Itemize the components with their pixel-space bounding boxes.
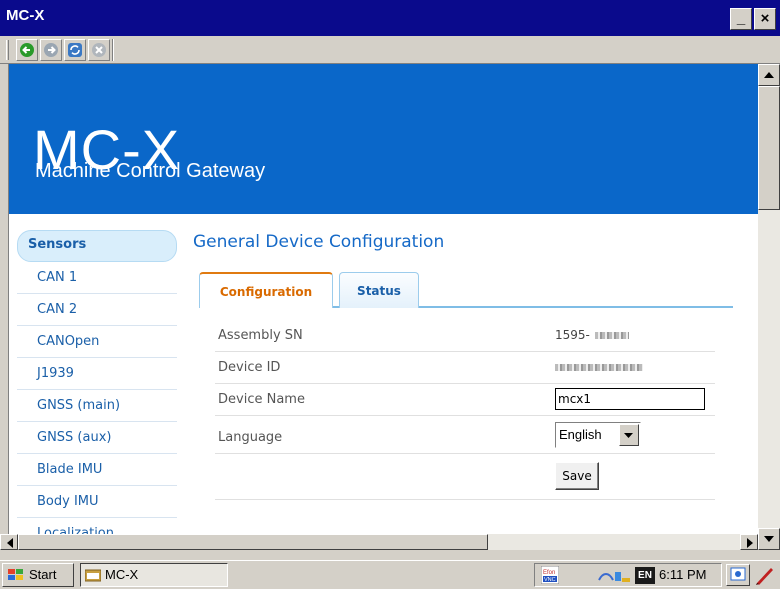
form-row-save: Save (215, 454, 715, 500)
taskbar-item-mcx[interactable]: MC-X (80, 563, 228, 587)
redacted-serial (595, 332, 629, 339)
stop-icon (92, 43, 106, 57)
sidebar-item-gnss-main[interactable]: GNSS (main) (17, 390, 177, 422)
banner-subtitle: Machine Control Gateway (35, 160, 266, 182)
form-row-assembly-sn: Assembly SN 1595- (215, 320, 715, 352)
vertical-scrollbar[interactable] (758, 64, 780, 550)
taskbar-item-label: MC-X (105, 567, 139, 582)
forward-arrow-icon (44, 43, 58, 57)
sidebar-item-can2[interactable]: CAN 2 (17, 294, 177, 326)
horizontal-scroll-thumb[interactable] (18, 534, 488, 550)
scroll-right-button[interactable] (740, 534, 758, 550)
sidebar-item-gnss-aux[interactable]: GNSS (aux) (17, 422, 177, 454)
title-bar: MC-X _ × (0, 0, 780, 36)
language-select[interactable]: English (555, 422, 641, 448)
back-button[interactable] (16, 39, 38, 61)
pen-input-icon[interactable] (754, 564, 776, 586)
sidebar-item-sensors[interactable]: Sensors (17, 230, 177, 262)
input-language-indicator[interactable]: EN (635, 567, 655, 584)
browser-window: MC-X _ × MC-X Machine Control Gateway Se… (0, 0, 780, 588)
config-form: Assembly SN 1595- Device ID Device Name … (215, 320, 715, 500)
svg-text:Efon: Efon (543, 570, 555, 576)
sidebar-item-j1939[interactable]: J1939 (17, 358, 177, 390)
device-name-label: Device Name (218, 392, 305, 407)
minimize-button[interactable]: _ (730, 8, 752, 30)
language-selected-value: English (559, 427, 602, 442)
form-row-language: Language English (215, 416, 715, 454)
device-name-input[interactable]: mcx1 (555, 388, 705, 410)
network-icon[interactable] (597, 568, 631, 584)
save-button[interactable]: Save (555, 462, 599, 490)
refresh-button[interactable] (64, 39, 86, 61)
page-title: General Device Configuration (193, 232, 445, 252)
sidebar-item-body-imu[interactable]: Body IMU (17, 486, 177, 518)
sidebar-item-localization[interactable]: Localization (17, 518, 177, 534)
arrow-right-icon (747, 538, 753, 548)
sidebar-item-canopen[interactable]: CANOpen (17, 326, 177, 358)
arrow-left-icon (7, 538, 13, 548)
form-row-device-id: Device ID (215, 352, 715, 384)
svg-text:VNC: VNC (544, 577, 556, 583)
back-arrow-icon (20, 43, 34, 57)
scroll-left-button[interactable] (0, 534, 18, 550)
scroll-up-button[interactable] (758, 64, 780, 86)
close-button[interactable]: × (754, 8, 776, 30)
form-row-device-name: Device Name mcx1 (215, 384, 715, 416)
stop-button[interactable] (88, 39, 110, 61)
assembly-sn-label: Assembly SN (218, 328, 303, 343)
toolbar-separator (112, 39, 114, 61)
vnc-icon[interactable]: EfonVNC (541, 566, 559, 584)
tab-status[interactable]: Status (339, 272, 419, 308)
show-desktop-button[interactable] (726, 564, 750, 586)
header-banner: MC-X Machine Control Gateway (9, 64, 758, 214)
desktop-icon (730, 567, 746, 581)
taskbar: Start MC-X Efon VNC EN 6:11 PM (0, 560, 780, 588)
browser-app-icon (85, 569, 101, 582)
tab-bar: Configuration Status (199, 272, 733, 308)
language-label: Language (218, 430, 283, 445)
sidebar-nav: Sensors CAN 1 CAN 2 CANOpen J1939 GNSS (… (17, 230, 177, 534)
page-content: MC-X Machine Control Gateway Sensors CAN… (8, 64, 758, 534)
sidebar-item-can1[interactable]: CAN 1 (17, 262, 177, 294)
forward-button[interactable] (40, 39, 62, 61)
sidebar-item-blade-imu[interactable]: Blade IMU (17, 454, 177, 486)
arrow-down-icon (764, 536, 774, 542)
refresh-icon (68, 43, 82, 57)
windows-flag-icon (8, 569, 23, 580)
redacted-device-id (555, 364, 643, 371)
assembly-sn-value: 1595- (555, 328, 590, 342)
horizontal-scrollbar[interactable] (0, 534, 758, 550)
start-label: Start (29, 567, 57, 582)
dropdown-arrow-icon[interactable] (619, 424, 639, 446)
start-button[interactable]: Start (2, 563, 74, 587)
arrow-up-icon (764, 72, 774, 78)
system-tray: Efon VNC EN 6:11 PM (534, 563, 722, 587)
vertical-scroll-thumb[interactable] (758, 86, 780, 210)
device-id-label: Device ID (218, 360, 281, 375)
window-title: MC-X (6, 7, 45, 24)
browser-toolbar (0, 36, 780, 64)
tab-configuration[interactable]: Configuration (199, 272, 333, 308)
scroll-down-button[interactable] (758, 528, 780, 550)
toolbar-grip[interactable] (6, 40, 9, 60)
clock[interactable]: 6:11 PM (659, 567, 706, 582)
